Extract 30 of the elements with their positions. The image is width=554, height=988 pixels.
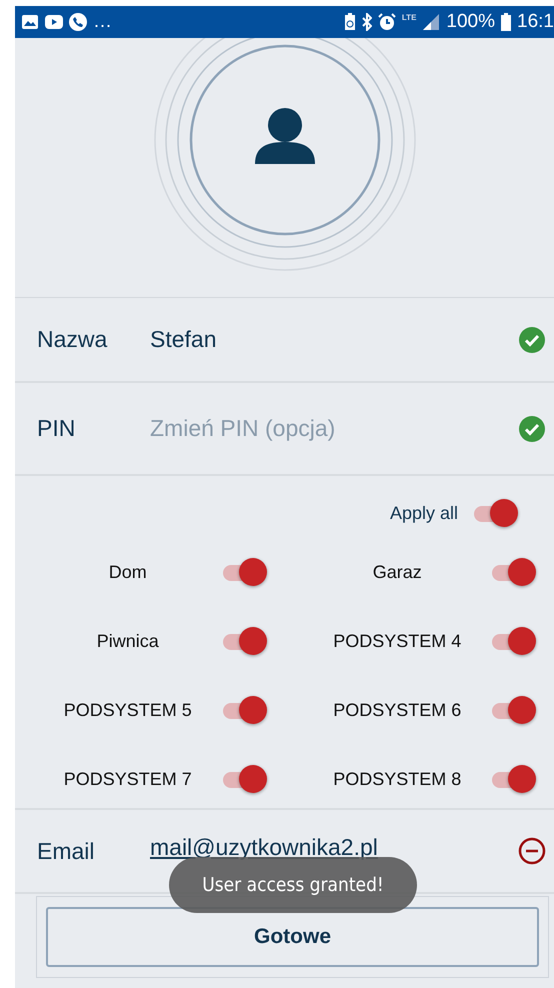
switch-label: PODSYSTEM 5 <box>62 700 193 720</box>
field-label: Email <box>37 838 96 864</box>
toggle-switch[interactable] <box>220 693 266 727</box>
switch-label: Dom <box>108 562 148 582</box>
switch-label: PODSYSTEM 4 <box>332 630 462 652</box>
toggle-switch[interactable] <box>220 762 266 796</box>
switch-label: Garaz <box>372 562 423 582</box>
battery-icon <box>501 13 512 31</box>
minus-circle-icon[interactable] <box>518 837 546 865</box>
field-label: Nazwa <box>37 326 108 353</box>
switch-label: PODSYSTEM 8 <box>332 768 462 790</box>
phone-icon <box>69 13 87 31</box>
status-overflow: … <box>93 11 112 33</box>
input-field[interactable]: Stefan <box>150 326 518 353</box>
battery-percent: 100% <box>446 11 496 33</box>
signal-icon <box>422 14 440 30</box>
switch-label: Piwnica <box>96 630 160 652</box>
network-type: LTE <box>402 13 416 22</box>
apply-all-label: Apply all <box>390 502 458 524</box>
toggle-switch[interactable] <box>220 624 266 658</box>
toggle-switch[interactable] <box>220 555 266 589</box>
bluetooth-icon <box>362 13 372 31</box>
switch-label: PODSYSTEM 7 <box>62 768 193 790</box>
field-label: PIN <box>37 415 76 442</box>
video-play-icon <box>45 15 63 29</box>
battery-saver-icon <box>344 13 356 31</box>
alarm-clock-icon <box>378 13 396 31</box>
clock-time: 16:1 <box>517 11 554 33</box>
switch-label: PODSYSTEM 6 <box>332 700 462 720</box>
image-icon <box>21 14 39 30</box>
